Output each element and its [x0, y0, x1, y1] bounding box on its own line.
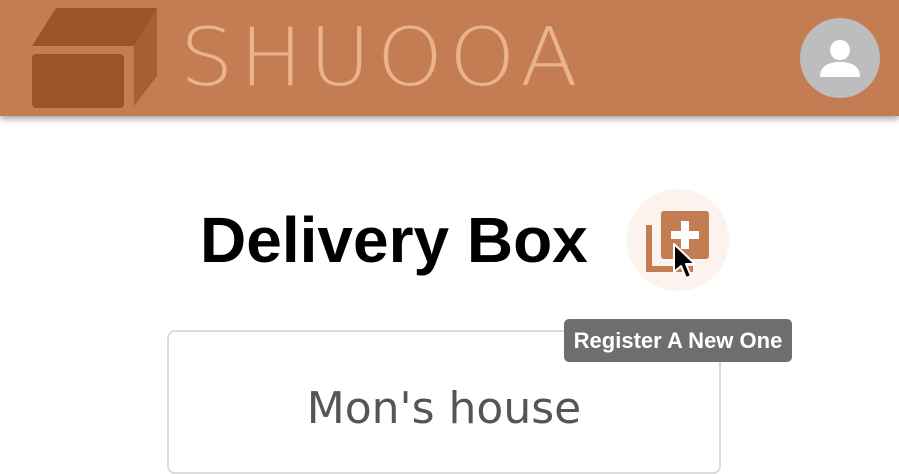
delivery-box-name: Mon's house	[306, 383, 582, 434]
mouse-pointer-icon	[673, 243, 696, 279]
brand-logo-text: SHUOOA	[180, 11, 584, 104]
person-icon	[820, 40, 860, 77]
box-icon	[32, 8, 157, 108]
account-avatar-button[interactable]	[800, 18, 880, 98]
register-tooltip: Register A New One	[564, 319, 792, 362]
app-header: SHUOOA	[0, 0, 899, 116]
page-title: Delivery Box	[200, 204, 588, 276]
